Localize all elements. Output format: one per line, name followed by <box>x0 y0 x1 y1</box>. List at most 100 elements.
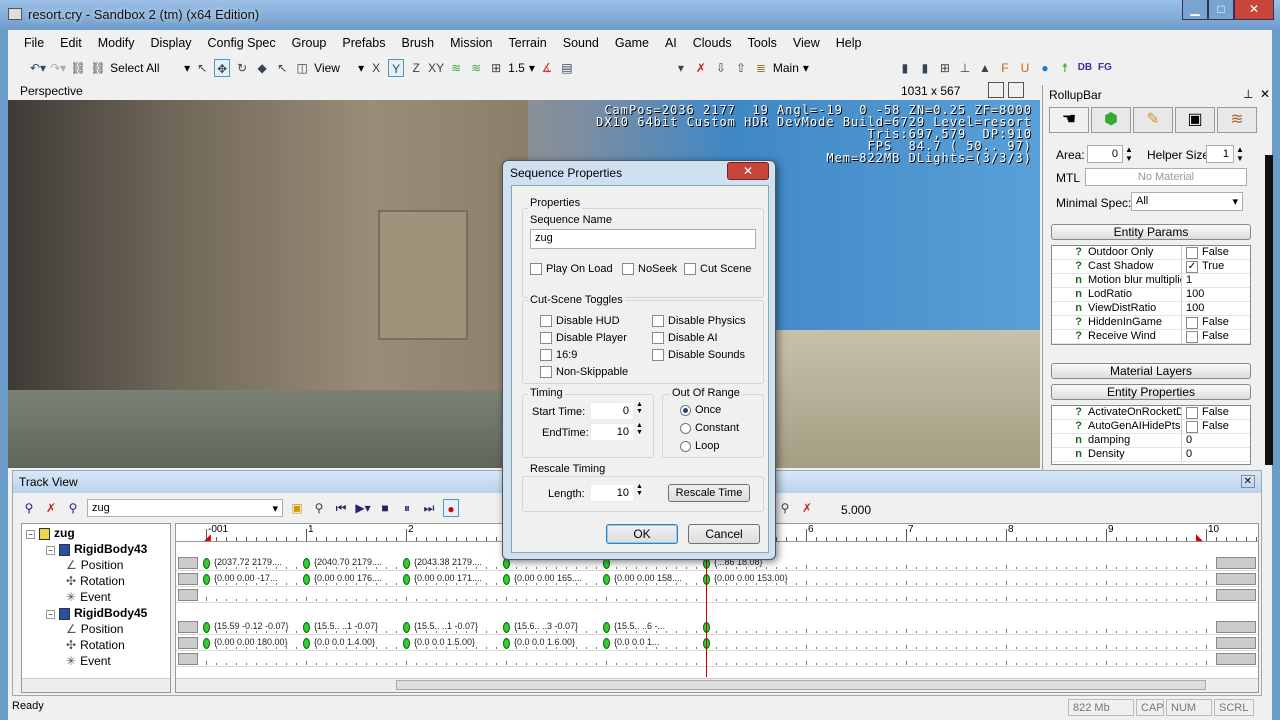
keyframe[interactable] <box>303 574 310 585</box>
toggle-disable-ai[interactable]: Disable AI <box>652 332 718 344</box>
keyframe[interactable] <box>503 622 510 633</box>
checkbox[interactable] <box>652 349 664 361</box>
area-input[interactable]: 0 <box>1087 145 1123 163</box>
delete-key-icon[interactable]: ✗ <box>799 499 815 517</box>
select-all-dropdown[interactable]: Select All ▾ <box>110 61 190 75</box>
list-icon[interactable]: ▤ <box>559 59 575 77</box>
entity-params-button[interactable]: Entity Params <box>1051 224 1251 240</box>
view-dropdown[interactable]: View ▾ <box>314 61 364 75</box>
delete-node-icon[interactable]: ✗ <box>43 499 59 517</box>
property-value[interactable]: 100 <box>1182 302 1204 315</box>
menu-view[interactable]: View <box>785 32 828 54</box>
object-snap-icon[interactable]: ≋ <box>468 59 484 77</box>
property-value[interactable]: False <box>1182 420 1229 433</box>
axis-y-button[interactable]: Y <box>388 59 405 77</box>
snap-value[interactable]: 1.5 <box>508 61 525 75</box>
axis-x-button[interactable]: X <box>368 59 384 77</box>
track-row[interactable]: {0.00 0.00 -17... {0.00 0.00 176.... {0.00… <box>176 572 1258 587</box>
export-icon[interactable]: ⇩ <box>713 59 729 77</box>
keyframe[interactable] <box>603 574 610 585</box>
tab-modify[interactable]: ✎ <box>1133 107 1173 133</box>
globe-icon[interactable]: ● <box>1037 59 1053 77</box>
menu-prefabs[interactable]: Prefabs <box>334 32 393 54</box>
keyframe[interactable] <box>403 638 410 649</box>
axis-z-button[interactable]: Z <box>408 59 424 77</box>
property-value[interactable]: False <box>1182 316 1229 329</box>
track-row-button[interactable] <box>178 589 198 601</box>
track-row-button[interactable] <box>178 637 198 649</box>
expand-icon[interactable]: − <box>26 530 35 539</box>
entity-properties-button[interactable]: Entity Properties <box>1051 384 1251 400</box>
checkbox[interactable] <box>540 332 552 344</box>
end-time-input[interactable]: 10 <box>590 423 634 441</box>
toggle-disable-physics[interactable]: Disable Physics <box>652 315 746 327</box>
start-time-spinner[interactable]: ▲ ▼ <box>636 401 643 415</box>
material-layers-button[interactable]: Material Layers <box>1051 363 1251 379</box>
stop-icon[interactable]: ■ <box>377 499 393 517</box>
track-row-button[interactable] <box>178 621 198 633</box>
keyframe[interactable] <box>403 558 410 569</box>
db-button[interactable]: DB <box>1077 59 1093 77</box>
camera-icon[interactable]: ⚲ <box>311 499 327 517</box>
length-spinner[interactable]: ▲ ▼ <box>636 483 643 497</box>
pause-icon[interactable]: ⏸ <box>399 499 415 517</box>
property-value[interactable]: False <box>1182 330 1229 343</box>
flag-cut-scene[interactable]: Cut Scene <box>684 263 751 275</box>
unlink-icon[interactable]: ⛓ <box>90 59 106 77</box>
tool-icon-1[interactable]: ▮ <box>897 59 913 77</box>
track-row[interactable] <box>176 588 1258 603</box>
menu-sound[interactable]: Sound <box>555 32 607 54</box>
rollup-scrollbar[interactable] <box>1265 155 1273 465</box>
helper-size-spinner[interactable]: ▲ ▼ <box>1236 145 1244 163</box>
keyframe[interactable] <box>403 574 410 585</box>
menu-clouds[interactable]: Clouds <box>685 32 740 54</box>
property-value[interactable]: 0 <box>1182 434 1192 447</box>
keyframe[interactable] <box>203 638 210 649</box>
checkbox[interactable] <box>1186 246 1198 259</box>
tree-node[interactable]: ✣ Rotation <box>66 574 125 588</box>
tab-terrain[interactable]: ⬢ <box>1091 107 1131 133</box>
menu-help[interactable]: Help <box>828 32 870 54</box>
toggle-disable-sounds[interactable]: Disable Sounds <box>652 349 745 361</box>
length-input[interactable]: 10 <box>590 484 634 502</box>
checkbox[interactable] <box>540 349 552 361</box>
property-value[interactable]: False <box>1182 406 1229 419</box>
scrollbar-thumb[interactable] <box>396 680 1206 690</box>
toggle-disable-player[interactable]: Disable Player <box>540 332 627 344</box>
menu-config-spec[interactable]: Config Spec <box>200 32 284 54</box>
checkbox[interactable] <box>530 263 542 275</box>
keyframe[interactable] <box>503 574 510 585</box>
start-time-input[interactable]: 0 <box>590 402 634 420</box>
add-key-icon[interactable]: ⚲ <box>777 499 793 517</box>
menu-brush[interactable]: Brush <box>393 32 442 54</box>
end-time-spinner[interactable]: ▲ ▼ <box>636 422 643 436</box>
tree-node[interactable]: ✳ Event <box>66 590 111 604</box>
redo-icon[interactable]: ↷▾ <box>50 59 66 77</box>
tree-node[interactable]: ∠ Position <box>66 558 123 572</box>
grid-icon[interactable]: ⊞ <box>488 59 504 77</box>
checkbox[interactable]: ✓ <box>1186 260 1198 273</box>
property-value[interactable]: 0 <box>1182 448 1192 461</box>
play-icon[interactable]: ▶▾ <box>355 499 371 517</box>
menu-mission[interactable]: Mission <box>442 32 500 54</box>
checkbox[interactable] <box>1186 420 1198 433</box>
viewport-maximize-icon[interactable] <box>1008 82 1024 98</box>
tree-node[interactable]: ✳ Event <box>66 654 111 668</box>
checkbox[interactable] <box>1186 406 1198 419</box>
minimal-spec-select[interactable]: All ▾ <box>1131 192 1243 211</box>
checkbox[interactable] <box>540 366 552 378</box>
property-value[interactable]: 100 <box>1182 288 1204 301</box>
menu-tools[interactable]: Tools <box>740 32 785 54</box>
radio-button[interactable] <box>680 422 691 434</box>
time-cursor[interactable] <box>706 542 707 677</box>
tab-objects[interactable]: ☚ <box>1049 107 1089 133</box>
move-icon[interactable]: ✥ <box>214 59 231 77</box>
radio-constant[interactable]: Constant <box>680 422 739 434</box>
track-row-button[interactable] <box>178 653 198 665</box>
property-value[interactable]: 1 <box>1182 274 1192 287</box>
keyframe[interactable] <box>403 622 410 633</box>
flag-play-on-load[interactable]: Play On Load <box>530 263 613 275</box>
checkbox[interactable] <box>1186 316 1198 329</box>
tool-icon-3[interactable]: ⊞ <box>937 59 953 77</box>
keyframe[interactable] <box>503 638 510 649</box>
